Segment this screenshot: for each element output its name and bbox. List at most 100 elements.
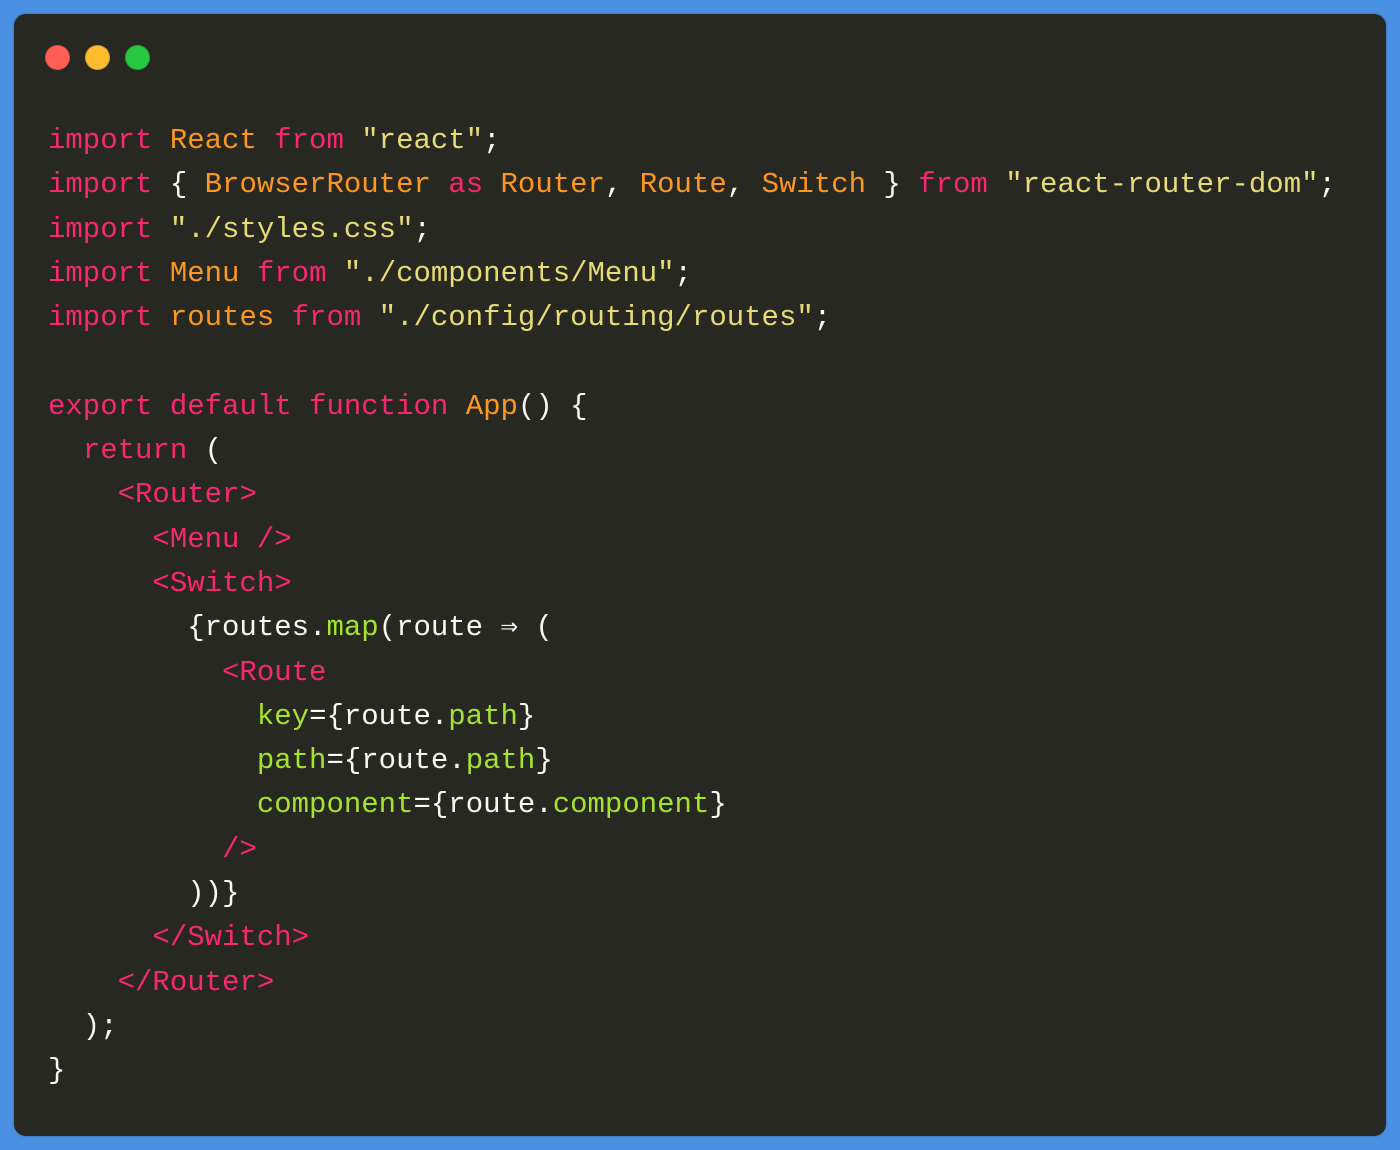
code-line: <Router> [48, 473, 1336, 517]
code-token-tag: <Menu /> [152, 522, 292, 556]
code-token-kw: import [48, 124, 153, 157]
code-token-kw: default [169, 389, 292, 423]
code-token-plain: {routes. [48, 611, 327, 645]
code-line: /> [48, 828, 1336, 872]
code-token-plain: ; [1318, 168, 1336, 202]
code-token-plain: ={route. [326, 744, 466, 778]
code-token-attr: component [256, 788, 414, 822]
code-line: import "./styles.css"; [48, 208, 1336, 252]
code-token-plain: ; [813, 301, 832, 335]
code-token-plain: } [48, 1054, 66, 1088]
code-token-tag: </Switch> [152, 921, 310, 955]
code-token-kw: return [82, 434, 188, 468]
code-token-str: "./styles.css" [169, 212, 414, 246]
code-token-tag: <Router> [117, 478, 257, 512]
code-block: import React from "react"; import { Brows… [48, 119, 1336, 1094]
code-token-tag: </Router> [117, 965, 275, 999]
code-line: import routes from "./config/routing/rou… [48, 296, 1336, 340]
close-button[interactable] [45, 45, 70, 70]
code-token-id: Router [500, 168, 605, 202]
code-line: <Switch> [48, 562, 1336, 606]
code-token-plain: ))} [48, 877, 240, 911]
code-token-attr: path [465, 744, 536, 778]
code-token-plain: () { [517, 389, 588, 423]
code-token-plain: , [604, 168, 640, 202]
maximize-button[interactable] [125, 45, 150, 70]
code-token-id: Switch [761, 168, 866, 202]
code-token-plain: } [709, 788, 727, 822]
code-line: } [48, 1049, 1336, 1093]
code-token-kw: as [448, 168, 484, 202]
code-token-attr: key [256, 699, 310, 733]
code-token-kw: import [48, 256, 153, 290]
code-token-id: routes [169, 301, 275, 335]
code-token-plain: ; [483, 124, 501, 157]
code-token-plain: ={route. [413, 788, 553, 822]
code-token-kw: function [309, 389, 449, 423]
code-line: path={route.path} [48, 739, 1336, 783]
code-line: <Menu /> [48, 518, 1336, 562]
code-token-kw: from [274, 124, 344, 157]
code-window: import React from "react"; import { Brows… [14, 14, 1386, 1136]
code-line: </Router> [48, 961, 1336, 1005]
code-token-plain: } [517, 699, 536, 733]
code-token-plain: ; [413, 212, 431, 246]
code-line: return ( [48, 429, 1336, 473]
minimize-button[interactable] [85, 45, 110, 70]
code-token-str: "./config/routing/routes" [378, 301, 814, 335]
code-token-kw: from [256, 256, 327, 290]
code-token-attr: map [326, 611, 379, 645]
code-token-kw: from [291, 301, 362, 335]
code-line: import { BrowserRouter as Router, Route,… [48, 163, 1336, 207]
code-token-plain: ); [48, 1009, 118, 1043]
code-token-tag: /> [222, 832, 257, 866]
code-token-tag: <Route [222, 655, 327, 689]
code-token-tag: <Switch> [152, 566, 292, 600]
code-token-plain: (route ⇒ ( [378, 611, 553, 645]
code-token-id: React [169, 124, 257, 157]
code-token-plain: ={route. [309, 699, 449, 733]
code-line: <Route [48, 651, 1336, 695]
code-token-id: App [465, 389, 518, 423]
code-line: key={route.path} [48, 695, 1336, 739]
code-token-id: Menu [169, 256, 240, 290]
code-line: {routes.map(route ⇒ ( [48, 606, 1336, 650]
code-token-kw: export [48, 389, 153, 423]
code-token-plain: ; [674, 256, 692, 290]
window-controls [45, 45, 150, 70]
code-line: </Switch> [48, 916, 1336, 960]
code-token-kw: from [918, 168, 988, 202]
code-line: component={route.component} [48, 783, 1336, 827]
code-line: ); [48, 1005, 1336, 1049]
code-token-plain: } [535, 744, 553, 778]
code-token-attr: component [552, 788, 710, 822]
code-token-str: "react" [361, 124, 484, 157]
code-token-id: Route [639, 168, 727, 202]
code-token-plain: ( [187, 434, 223, 468]
code-token-plain: { [152, 168, 205, 202]
code-token-kw: import [48, 212, 153, 246]
code-token-attr: path [256, 744, 327, 778]
code-token-kw: import [48, 301, 153, 335]
code-line: import Menu from "./components/Menu"; [48, 252, 1336, 296]
